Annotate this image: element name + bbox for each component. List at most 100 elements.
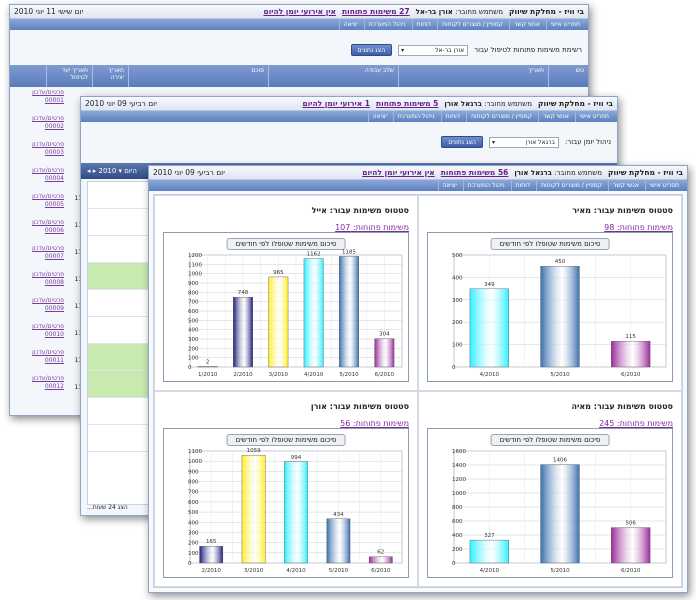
calendar-event[interactable] xyxy=(88,344,148,371)
data-label: 304 xyxy=(379,332,390,338)
bar-chart: 0 200 400 600 800 1000 1200 1400 1600 327 4/2010 14… xyxy=(452,449,667,574)
menu-item[interactable]: דוחות xyxy=(440,111,464,122)
menu-item[interactable]: דוחות xyxy=(510,180,534,191)
column-header[interactable]: תאריך xyxy=(398,65,548,87)
show-data-button[interactable]: הצג נתונים xyxy=(441,136,483,148)
menu-item[interactable]: קמפיין / מוצרים לקוחות xyxy=(536,180,606,191)
menu-item[interactable]: תפריט אישי xyxy=(574,111,613,122)
menu-item[interactable]: תפריט אישי xyxy=(545,19,584,30)
menu-item[interactable]: ניהול המערכת xyxy=(462,180,509,191)
y-tick-label: 500 xyxy=(188,510,199,516)
x-tick-label: 3/2010 xyxy=(269,372,289,378)
panel-title: סטטוס משימות עבור: אייל xyxy=(311,206,409,215)
menu-item[interactable]: יציאה xyxy=(338,19,362,30)
calendar-slot[interactable] xyxy=(88,182,148,209)
row-details-link[interactable]: פרטים/עדכון 00003 xyxy=(14,141,64,167)
row-details-link[interactable]: פרטים/עדכון 00006 xyxy=(14,219,64,245)
column-header[interactable]: שלב עבודה xyxy=(268,65,398,87)
calendar-events-link[interactable]: 1 אירועי יומן להיום xyxy=(303,99,371,108)
open-tasks-count-link[interactable]: משימות פתוחות: 107 xyxy=(163,223,409,232)
data-label: 165 xyxy=(206,539,217,545)
bar xyxy=(233,296,253,368)
bar xyxy=(611,341,651,368)
menu-item[interactable]: דוחות xyxy=(411,19,435,30)
y-tick-label: 1000 xyxy=(188,272,202,278)
calendar-slot[interactable] xyxy=(88,425,148,452)
column-header[interactable]: תאריך יעד לטיפול xyxy=(46,65,92,87)
open-tasks-count-link[interactable]: משימות פתוחות: 98 xyxy=(427,223,673,232)
row-details-link[interactable]: פרטים/עדכון 00004 xyxy=(14,167,64,193)
window-header: בי וויז - מחלקת שיווק משתמש מחובר: ברגאל… xyxy=(149,166,687,180)
data-label: 62 xyxy=(377,550,384,556)
y-tick-label: 0 xyxy=(452,561,456,567)
y-tick-label: 1000 xyxy=(452,491,466,497)
calendar-event[interactable] xyxy=(88,263,148,290)
row-details-link[interactable]: פרטים/עדכון 00012 xyxy=(14,375,64,401)
bar xyxy=(540,464,580,564)
user-select[interactable]: אורן בר-אל xyxy=(398,44,469,56)
main-menu: תפריט אישי אנשי קשר קמפיין / מוצרים לקוח… xyxy=(10,19,588,30)
column-header[interactable]: סוכם xyxy=(128,65,268,87)
calendar-slot[interactable] xyxy=(88,290,148,317)
calendar-events-link[interactable]: אין אירועי יומן להיום xyxy=(362,168,435,177)
open-tasks-link[interactable]: 56 משימות פתוחות xyxy=(441,168,509,177)
open-tasks-link[interactable]: 5 משימות פתוחות xyxy=(376,99,438,108)
y-tick-label: 500 xyxy=(452,253,463,259)
y-tick-label: 1000 xyxy=(188,459,202,465)
y-tick-label: 300 xyxy=(452,298,463,304)
column-header[interactable]: נוש xyxy=(548,65,588,87)
row-details-link[interactable]: פרטים/עדכון 00002 xyxy=(14,115,64,141)
connected-user: משתמש מחובר: אורן בר-אל xyxy=(415,7,503,16)
menu-item[interactable]: ניהול המערכת xyxy=(363,19,410,30)
calendar-slot[interactable] xyxy=(88,317,148,344)
data-label: 506 xyxy=(625,521,636,527)
show-data-button[interactable]: הצג נתונים xyxy=(350,44,393,56)
row-details-link[interactable]: פרטים/עדכון 00005 xyxy=(14,193,64,219)
bar xyxy=(197,366,218,368)
row-details-link[interactable]: פרטים/עדכון 00008 xyxy=(14,271,64,297)
x-tick-label: 6/2010 xyxy=(375,372,395,378)
y-tick-label: 700 xyxy=(188,490,199,496)
open-tasks-link[interactable]: 27 משימות פתוחות xyxy=(342,7,410,16)
calendar-slot[interactable] xyxy=(88,209,148,236)
calendar-slot[interactable] xyxy=(88,398,148,425)
y-tick-label: 700 xyxy=(188,300,199,306)
data-label: 965 xyxy=(273,270,284,276)
y-tick-label: 200 xyxy=(188,541,199,547)
calendar-event[interactable] xyxy=(88,371,148,398)
panel-title: סטטוס משימות עבור: מאיר xyxy=(572,206,673,215)
bar xyxy=(368,556,393,564)
menu-item[interactable]: ניהול המערכת xyxy=(392,111,439,122)
menu-item[interactable]: אנשי קשר xyxy=(509,19,544,30)
y-tick-label: 1100 xyxy=(188,449,202,455)
x-tick-label: 5/2010 xyxy=(550,568,570,574)
open-tasks-count-link[interactable]: משימות פתוחות: 245 xyxy=(427,419,673,428)
row-details-link[interactable]: פרטים/עדכון 00010 xyxy=(14,323,64,349)
bar xyxy=(241,454,266,564)
row-details-link[interactable]: פרטים/עדכון 00011 xyxy=(14,349,64,375)
row-details-link[interactable]: פרטים/עדכון 00009 xyxy=(14,297,64,323)
menu-item[interactable]: אנשי קשר xyxy=(538,111,573,122)
calendar-events-link[interactable]: אין אירועי יומן להיום xyxy=(263,7,336,16)
menu-item[interactable]: תפריט אישי xyxy=(644,180,683,191)
status-dashboard: סטטוס משימות עבור: מאיר משימות פתוחות: 9… xyxy=(153,194,683,588)
menu-item[interactable]: יציאה xyxy=(367,111,391,122)
column-header[interactable]: תאריך יצירה xyxy=(92,65,128,87)
current-date: יום רביעי 09 יוני 2010 xyxy=(85,99,157,108)
calendar-nav[interactable]: ◂ ▸ היום ▾ 2010 xyxy=(87,167,137,175)
bar-chart: 0 100 200 300 400 500 600 700 800 900 1000 1100 1200… xyxy=(188,249,403,378)
show-24h-link[interactable]: הצג 24 שעות... xyxy=(87,504,128,511)
calendar-slot[interactable] xyxy=(88,236,148,263)
menu-item[interactable]: קמפיין / מוצרים לקוחות xyxy=(437,19,507,30)
user-select[interactable]: ברגאל אורן xyxy=(488,136,559,148)
panel-title: סטטוס משימות עבור: אורן xyxy=(310,402,409,411)
row-details-link[interactable]: פרטים/עדכון 00001 xyxy=(14,89,64,115)
bar xyxy=(374,338,395,368)
data-label: 1185 xyxy=(342,249,356,255)
open-tasks-count-link[interactable]: משימות פתוחות: 56 xyxy=(163,419,409,428)
menu-item[interactable]: יציאה xyxy=(437,180,461,191)
bar xyxy=(199,545,224,564)
menu-item[interactable]: קמפיין / מוצרים לקוחות xyxy=(466,111,536,122)
row-details-link[interactable]: פרטים/עדכון 00007 xyxy=(14,245,64,271)
menu-item[interactable]: אנשי קשר xyxy=(608,180,643,191)
